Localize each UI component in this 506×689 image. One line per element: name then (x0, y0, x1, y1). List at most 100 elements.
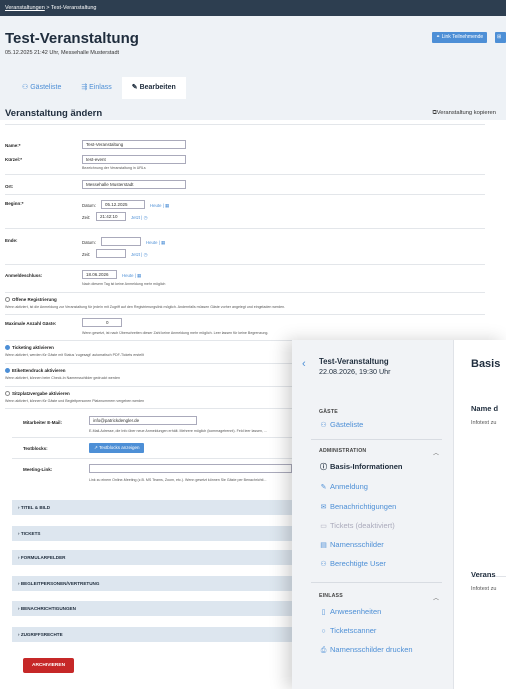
anmeldeschluss-hint: Nach diesem Tag ist keine Anmeldung mehr… (82, 282, 166, 286)
meeting-hint: Link zu einem Online-Meeting (z.B. MS Te… (89, 478, 267, 482)
back-chevron-icon[interactable]: ‹ (302, 358, 306, 370)
beginn-zeit-label: Zeit: (82, 215, 91, 220)
tab-bar: ⚇ Gästeliste ⇶ Einlass ✎ Bearbeiten (12, 77, 186, 99)
sidebar-item-tickets: ▭ Tickets (deaktiviert) (320, 521, 395, 530)
sidebar-item-namensschilder-drucken[interactable]: ⎙ Namensschilder drucken (319, 645, 413, 655)
archive-button[interactable]: ARCHIVIEREN (23, 658, 75, 673)
sidebar-item-anmeldung[interactable]: ✎ Anmeldung (319, 482, 368, 491)
anmeldeschluss-field[interactable]: 18.06.2026 (82, 270, 117, 279)
offene-registrierung-checkbox[interactable]: Offene Registrierung (5, 297, 57, 302)
textblocks-button[interactable]: ↗ Textblocks anzeigen (89, 443, 145, 453)
ticket-icon: ▭ (320, 523, 327, 530)
id-card-icon: ▤ (320, 542, 327, 549)
breadcrumb: Veranstaltungen > Test-Veranstaltung (0, 0, 506, 16)
copy-event-link[interactable]: ⧉Veranstaltung kopieren (433, 110, 496, 117)
sidebar-item-basis-informationen[interactable]: ⓘ Basis-Informationen (319, 462, 403, 472)
tab-einlass[interactable]: ⇶ Einlass (71, 77, 121, 99)
ende-heute-link[interactable]: Heute | ▦ (146, 240, 165, 246)
users-icon: ⚇ (320, 422, 327, 429)
sitzplatz-checkbox[interactable]: Sitzplatzvergabe aktivieren (5, 391, 70, 396)
tab-gaesteliste[interactable]: ⚇ Gästeliste (12, 77, 71, 99)
beginn-datum-field[interactable]: 05.12.2025 (101, 200, 145, 209)
content-title: Basis (471, 358, 501, 370)
breadcrumb-current: > Test-Veranstaltung (44, 5, 97, 11)
offene-registrierung-desc: Wenn aktiviert, ist die Anmeldung zur Ve… (5, 305, 286, 309)
link-teilnehmende-button[interactable]: ⚭ Link Teilnehmende (432, 32, 488, 43)
check-on-icon (5, 345, 10, 350)
users-icon: ⚇ (320, 561, 327, 568)
mail-icon: ✉ (320, 504, 327, 511)
edit-icon: ✎ (131, 84, 140, 91)
divider (5, 228, 485, 229)
divider (311, 439, 442, 440)
event-sidebar: ‹ Test-Veranstaltung 22.08.2026, 19:30 U… (292, 340, 454, 689)
beginn-jetzt-link[interactable]: Jetzt | ◷ (131, 215, 147, 221)
beginn-zeit-field[interactable]: 21:42:10 (96, 212, 126, 221)
form-title: Veranstaltung ändern (5, 108, 103, 119)
veranstaltung-section-info: Infotext zu (471, 586, 497, 592)
search-icon: ○ (321, 628, 326, 635)
page-subtitle: 05.12.2025 21:42 Uhr, Messehalle Musters… (5, 50, 120, 56)
max-gaeste-field[interactable]: 0 (82, 318, 122, 327)
sidebar-event-date: 22.08.2026, 19:30 Uhr (319, 367, 391, 376)
sidebar-item-anwesenheiten[interactable]: ▯ Anwesenheiten (319, 607, 382, 616)
edit-icon: ✎ (320, 484, 327, 491)
name-field[interactable]: Test-Veranstaltung (82, 140, 186, 149)
clipboard-icon: ▯ (321, 609, 326, 616)
kuerzel-label: Kürzel:* (5, 157, 23, 162)
ende-datum-field[interactable] (101, 237, 141, 246)
ort-field[interactable]: Messehalle Musterstadt (82, 180, 186, 189)
calendar-icon: ▦ (164, 203, 170, 208)
ticketing-desc: Wenn aktiviert, werden für Gäste mit Sta… (5, 353, 144, 357)
beginn-datum-label: Datum: (82, 203, 96, 208)
veranstaltung-section-heading: Verans (471, 570, 496, 579)
check-on-icon (5, 368, 10, 373)
kuerzel-field[interactable]: test-event (82, 155, 186, 164)
chevron-up-icon[interactable]: ︿ (433, 448, 439, 457)
divider (5, 124, 485, 125)
sidebar-item-benachrichtigungen[interactable]: ✉ Benachrichtigungen (319, 502, 397, 511)
divider (12, 458, 292, 459)
sidebar-item-berechtigte-user[interactable]: ⚇ Berechtigte User (319, 559, 386, 568)
ticketing-checkbox[interactable]: Ticketing aktivieren (5, 345, 54, 350)
sidebar-item-ticketscanner[interactable]: ○ Ticketscanner (319, 626, 376, 635)
door-icon: ⇶ (81, 84, 90, 91)
ende-zeit-label: Zeit: (82, 252, 91, 257)
users-icon: ⚇ (22, 84, 31, 91)
ende-jetzt-link[interactable]: Jetzt | ◷ (131, 252, 147, 258)
etikettendruck-checkbox[interactable]: Etikettendruck aktivieren (5, 368, 66, 373)
divider (5, 194, 485, 195)
radio-off-icon (5, 297, 10, 302)
meeting-field[interactable] (89, 464, 292, 473)
clock-icon: ◷ (143, 215, 148, 220)
sidebar-item-namensschilder[interactable]: ▤ Namensschilder (319, 540, 384, 549)
anmeldeschluss-heute-link[interactable]: Heute | ▦ (122, 273, 141, 279)
info-icon: ⓘ (320, 464, 327, 471)
divider (5, 264, 485, 265)
mail-hint: E-Mail-Adresse, die Info über neue Anmel… (89, 429, 267, 433)
calendar-icon: ▦ (160, 240, 166, 245)
name-section-info: Infotext zu (471, 420, 497, 426)
printer-icon: ⎙ (320, 647, 327, 654)
name-section-heading: Name d (471, 404, 499, 413)
tree-icon[interactable]: ⊞ (495, 32, 506, 43)
ende-label: Ende: (5, 238, 18, 243)
divider (5, 174, 485, 175)
ende-zeit-field[interactable] (96, 249, 126, 258)
ort-label: Ort: (5, 184, 14, 189)
sidebar-item-gaesteliste[interactable]: ⚇ Gästeliste (319, 420, 363, 429)
sidebar-event-title: Test-Veranstaltung (319, 357, 389, 366)
divider (5, 314, 485, 315)
mail-field[interactable]: info@patrickdengler.de (89, 416, 197, 425)
max-gaeste-label: Maximale Anzahl Gäste: (5, 321, 57, 326)
etikettendruck-desc: Wenn aktiviert, können beim Check-In Nam… (5, 376, 120, 380)
divider (12, 437, 292, 438)
chevron-up-icon[interactable]: ︿ (433, 593, 439, 602)
tab-bearbeiten[interactable]: ✎ Bearbeiten (121, 77, 186, 99)
event-navigation-overlay: ‹ Test-Veranstaltung 22.08.2026, 19:30 U… (292, 340, 506, 689)
sitzplatz-desc: Wenn aktiviert, können für Gäste und Beg… (5, 399, 145, 403)
ende-datum-label: Datum: (82, 240, 96, 245)
divider (5, 292, 485, 293)
beginn-heute-link[interactable]: Heute | ▦ (150, 203, 169, 209)
breadcrumb-link-veranstaltungen[interactable]: Veranstaltungen (5, 5, 45, 11)
